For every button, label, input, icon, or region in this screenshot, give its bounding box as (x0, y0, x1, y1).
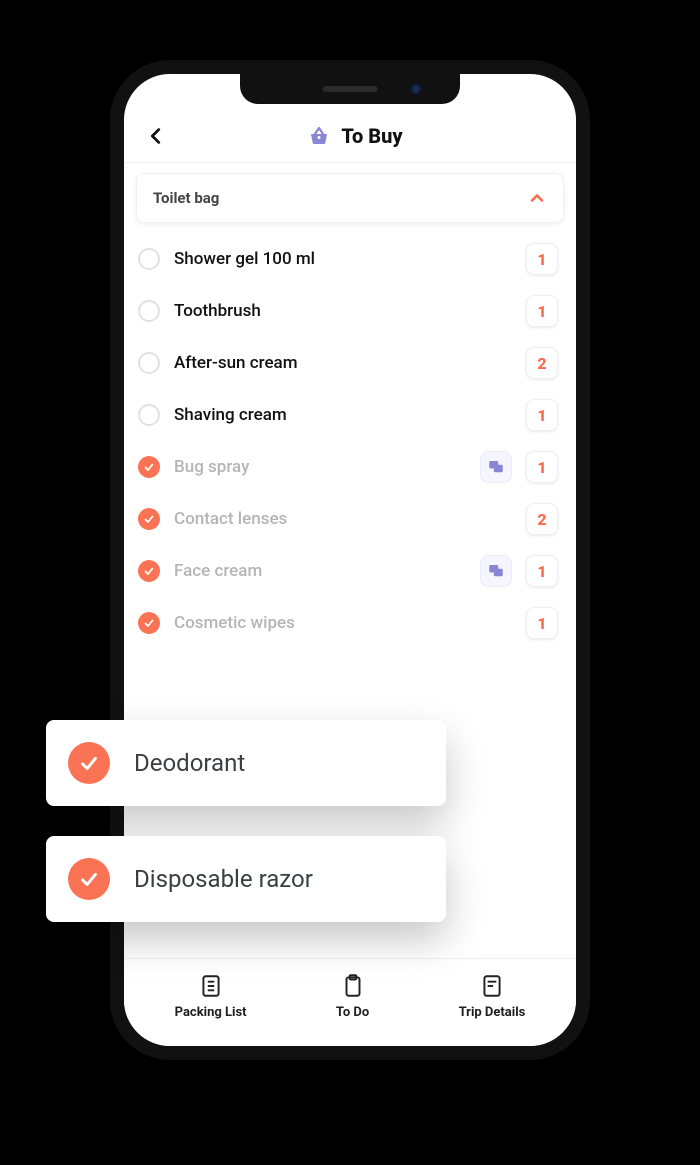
checkbox-unchecked[interactable] (138, 352, 160, 374)
tab-label: Trip Details (459, 1005, 526, 1020)
checkbox-checked[interactable] (138, 612, 160, 634)
tab-to-do[interactable]: To Do (336, 973, 369, 1020)
quantity-button[interactable]: 1 (526, 607, 558, 639)
checkbox-checked[interactable] (138, 508, 160, 530)
list-item: After-sun cream 2 (136, 337, 564, 389)
checkbox-unchecked[interactable] (138, 404, 160, 426)
item-label[interactable]: Toothbrush (174, 301, 512, 321)
callout-card: Deodorant (46, 720, 446, 806)
quantity-button[interactable]: 1 (526, 295, 558, 327)
item-label[interactable]: Bug spray (174, 457, 466, 477)
tab-trip-details[interactable]: Trip Details (459, 973, 526, 1020)
clipboard-icon (340, 973, 366, 999)
quantity-button[interactable]: 2 (526, 347, 558, 379)
item-label[interactable]: Face cream (174, 561, 466, 581)
item-label[interactable]: After-sun cream (174, 353, 512, 373)
list-item: Toothbrush 1 (136, 285, 564, 337)
item-label[interactable]: Contact lenses (174, 509, 512, 529)
item-list: Shower gel 100 ml 1 Toothbrush 1 After-sun c… (136, 233, 564, 649)
section-title: Toilet bag (153, 189, 219, 207)
quantity-button[interactable]: 1 (526, 243, 558, 275)
document-icon (479, 973, 505, 999)
item-label[interactable]: Cosmetic wipes (174, 613, 512, 633)
list-item: Face cream 1 (136, 545, 564, 597)
tab-bar: Packing List To Do Trip Details (124, 958, 576, 1046)
list-item: Shower gel 100 ml 1 (136, 233, 564, 285)
quantity-button[interactable]: 2 (526, 503, 558, 535)
checked-circle-icon (68, 742, 110, 784)
list-item: Bug spray 1 (136, 441, 564, 493)
item-label[interactable]: Shower gel 100 ml (174, 249, 512, 269)
note-icon[interactable] (480, 451, 512, 483)
list-item: Contact lenses 2 (136, 493, 564, 545)
callout-card: Disposable razor (46, 836, 446, 922)
checkbox-checked[interactable] (138, 560, 160, 582)
quantity-button[interactable]: 1 (526, 555, 558, 587)
callout-label: Disposable razor (134, 865, 313, 893)
device-notch (240, 74, 460, 104)
checked-circle-icon (68, 858, 110, 900)
chevron-up-icon (527, 188, 547, 208)
tab-packing-list[interactable]: Packing List (175, 973, 247, 1020)
quantity-button[interactable]: 1 (526, 451, 558, 483)
checkbox-unchecked[interactable] (138, 300, 160, 322)
back-button[interactable] (142, 122, 170, 150)
note-icon[interactable] (480, 555, 512, 587)
checkbox-checked[interactable] (138, 456, 160, 478)
list-item: Cosmetic wipes 1 (136, 597, 564, 649)
tab-label: Packing List (175, 1005, 247, 1020)
callout-label: Deodorant (134, 749, 245, 777)
quantity-button[interactable]: 1 (526, 399, 558, 431)
page-title: To Buy (341, 124, 402, 148)
section-header-toilet-bag[interactable]: Toilet bag (136, 173, 564, 223)
checkbox-unchecked[interactable] (138, 248, 160, 270)
chevron-left-icon (145, 125, 167, 147)
list-item: Shaving cream 1 (136, 389, 564, 441)
list-icon (198, 973, 224, 999)
item-label[interactable]: Shaving cream (174, 405, 512, 425)
basket-icon (307, 124, 331, 148)
tab-label: To Do (336, 1005, 369, 1020)
